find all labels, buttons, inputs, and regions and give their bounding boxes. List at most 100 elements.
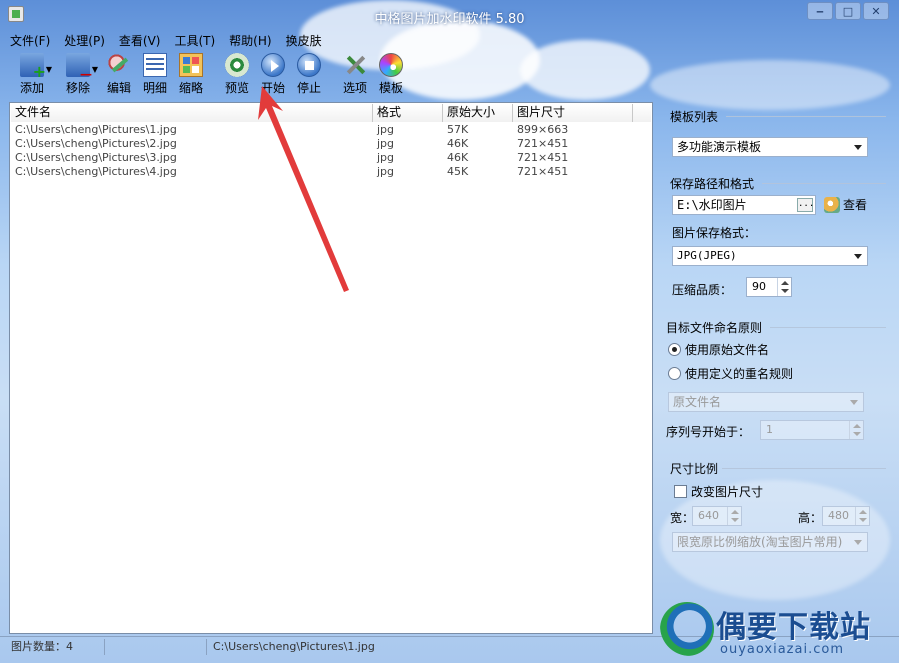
save-path-value: E:\水印图片 [677,198,747,212]
scale-mode-select[interactable]: 限宽原比例缩放(淘宝图片常用) [672,532,868,552]
site-watermark: 偶要下载站 ouyaoxiazai.com [654,600,894,660]
thumbnail-view-button[interactable]: 缩略 [174,52,208,96]
add-image-icon: ▼ [20,53,52,81]
height-label: 高： [798,511,823,525]
naming-custom-radio[interactable] [668,367,681,380]
view-folder-button[interactable]: 查看 [824,196,867,213]
thumbnail-grid-icon [179,53,203,77]
menu-help[interactable]: 帮助(H) [229,32,271,50]
folder-view-icon [824,196,840,213]
table-row[interactable]: C:\Users\cheng\Pictures\4.jpg jpg 45K 72… [11,165,651,179]
column-header-format[interactable]: 格式 [373,104,443,122]
section-title-naming: 目标文件命名原则 [666,321,763,335]
format-select[interactable]: JPG(JPEG) [672,246,868,266]
browse-button[interactable]: ... [797,198,814,212]
quality-label: 压缩品质： [672,283,733,297]
naming-original-radio[interactable] [668,343,681,356]
cell-size: 46K [447,137,469,150]
format-label: 图片保存格式： [672,226,757,240]
stop-label: 停止 [296,81,321,95]
eye-preview-icon [225,53,249,77]
cell-filename: C:\Users\cheng\Pictures\4.jpg [15,165,177,178]
resize-checkbox[interactable] [674,485,687,498]
preview-label: 预览 [224,81,249,95]
add-button[interactable]: ▼ 添加 [10,52,54,96]
quality-stepper[interactable]: 90 [746,277,792,297]
dropdown-arrow-icon[interactable]: ▼ [92,65,98,74]
table-row[interactable]: C:\Users\cheng\Pictures\2.jpg jpg 46K 72… [11,137,651,151]
column-header-dimensions[interactable]: 图片尺寸 [513,104,633,122]
view-folder-label: 查看 [843,198,868,212]
menu-skin[interactable]: 换皮肤 [286,32,322,50]
column-header-filename[interactable]: 文件名 [11,104,373,122]
menu-file[interactable]: 文件(F) [10,32,50,50]
quality-value: 90 [752,280,766,293]
watermark-name: 偶要下载站 [716,610,871,645]
remove-button[interactable]: ▼ 移除 [56,52,100,96]
section-title-template: 模板列表 [670,110,719,124]
naming-pattern-select[interactable]: 原文件名 [668,392,864,412]
detail-view-button[interactable]: 明细 [138,52,172,96]
cell-filename: C:\Users\cheng\Pictures\1.jpg [15,123,177,136]
format-select-value: JPG(JPEG) [677,249,737,262]
menu-bar: 文件(F) 处理(P) 查看(V) 工具(T) 帮助(H) 换皮肤 [10,32,322,50]
spin-arrows-icon[interactable] [777,278,791,296]
stop-icon [297,53,321,77]
edit-button[interactable]: 编辑 [102,52,136,96]
spin-arrows-icon[interactable] [855,507,869,525]
section-title-save: 保存路径和格式 [670,177,755,191]
detail-list-icon [143,53,167,77]
palette-icon [379,53,403,77]
settings-panel: 模板列表 多功能演示模板 保存路径和格式 E:\水印图片 ... 查看 图片保存… [660,102,892,632]
spin-arrows-icon[interactable] [849,421,863,439]
sequence-stepper[interactable]: 1 [760,420,864,440]
menu-process[interactable]: 处理(P) [64,32,105,50]
save-path-input[interactable]: E:\水印图片 ... [672,195,816,215]
sequence-value: 1 [766,423,773,436]
width-value: 640 [698,509,719,522]
spin-arrows-icon[interactable] [727,507,741,525]
start-button[interactable]: 开始 [256,52,290,96]
window-controls: ‒ □ ✕ [807,2,889,20]
resize-label[interactable]: 改变图片尺寸 [691,483,763,500]
template-label: 模板 [378,81,403,95]
chevron-down-icon [854,254,862,259]
minimize-button[interactable]: ‒ [807,2,833,20]
options-label: 选项 [342,81,367,95]
preview-button[interactable]: 预览 [220,52,254,96]
dropdown-arrow-icon[interactable]: ▼ [46,65,52,74]
cell-format: jpg [377,151,395,164]
maximize-button[interactable]: □ [835,2,861,20]
column-header-size[interactable]: 原始大小 [443,104,513,122]
menu-view[interactable]: 查看(V) [119,32,161,50]
divider [726,116,886,117]
naming-original-label[interactable]: 使用原始文件名 [685,341,769,358]
column-header-filler [633,104,651,122]
template-select[interactable]: 多功能演示模板 [672,137,868,157]
cell-filename: C:\Users\cheng\Pictures\3.jpg [15,151,177,164]
close-button[interactable]: ✕ [863,2,889,20]
chevron-down-icon [854,145,862,150]
tools-wrench-icon [343,53,367,77]
remove-image-icon: ▼ [66,53,98,81]
naming-custom-label[interactable]: 使用定义的重名规则 [685,365,793,382]
watermark-url: ouyaoxiazai.com [720,642,844,657]
stop-button[interactable]: 停止 [292,52,326,96]
height-stepper[interactable]: 480 [822,506,870,526]
site-logo-icon [660,602,714,656]
width-stepper[interactable]: 640 [692,506,742,526]
template-button[interactable]: 模板 [374,52,408,96]
cell-format: jpg [377,123,395,136]
file-list[interactable]: 文件名 格式 原始大小 图片尺寸 C:\Users\cheng\Pictures… [9,102,653,634]
toolbar: ▼ 添加 ▼ 移除 编辑 明细 缩略 预览 开始 停止 选项 模板 [10,52,408,96]
options-button[interactable]: 选项 [338,52,372,96]
table-row[interactable]: C:\Users\cheng\Pictures\1.jpg jpg 57K 89… [11,123,651,137]
menu-tools[interactable]: 工具(T) [174,32,215,50]
detail-label: 明细 [142,81,167,95]
cell-dimensions: 721×451 [517,137,569,150]
cell-filename: C:\Users\cheng\Pictures\2.jpg [15,137,177,150]
height-value: 480 [828,509,849,522]
remove-label: 移除 [65,81,90,95]
sequence-label: 序列号开始于： [666,425,751,439]
table-row[interactable]: C:\Users\cheng\Pictures\3.jpg jpg 46K 72… [11,151,651,165]
